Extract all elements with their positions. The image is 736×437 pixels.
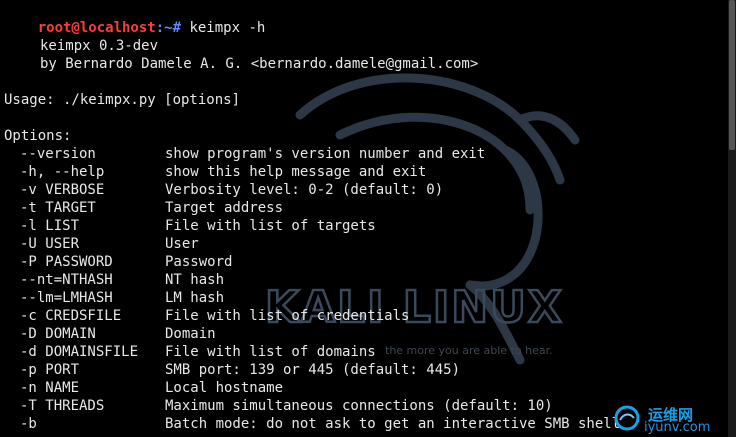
prompt-path: :~#: [155, 20, 190, 36]
options-header: Options:: [4, 128, 72, 144]
option-desc: Maximum simultaneous connections (defaul…: [165, 398, 553, 414]
usage-line: Usage: ./keimpx.py [options]: [4, 92, 241, 108]
option-flag: -t TARGET: [20, 200, 96, 216]
option-flag: --version: [20, 146, 96, 162]
option-desc: SMB port: 139 or 445 (default: 445): [165, 362, 461, 378]
option-desc: Domain: [165, 326, 216, 342]
option-row: -v VERBOSE Verbosity level: 0-2 (default:…: [0, 181, 720, 199]
option-flag: -h, --help: [20, 164, 105, 180]
option-flag: -D DOMAIN: [20, 326, 96, 342]
option-flag: --nt=NTHASH: [20, 272, 113, 288]
option-desc: User: [165, 236, 199, 252]
option-desc: show program's version number and exit: [165, 146, 486, 162]
option-flag: -v VERBOSE: [20, 182, 105, 198]
option-desc: show this help message and exit: [165, 164, 427, 180]
option-flag: -P PASSWORD: [20, 254, 113, 270]
option-desc: Target address: [165, 200, 284, 216]
terminal-scrollbar[interactable]: [728, 0, 736, 437]
option-desc: NT hash: [165, 272, 225, 288]
option-row: -d DOMAINSFILE File with list of domains: [0, 343, 720, 361]
option-flag: -b: [20, 416, 37, 432]
option-flag: -n NAME: [20, 380, 80, 396]
terminal-window[interactable]: root@localhost:~# keimpx -h keimpx 0.3-d…: [0, 0, 728, 437]
option-row: -p PORT SMB port: 139 or 445 (default: 44…: [0, 361, 720, 379]
banner-name: keimpx 0.3-dev: [40, 38, 159, 54]
option-row: -h, --help show this help message and exi…: [0, 163, 720, 181]
scrollbar-thumb[interactable]: [729, 0, 735, 150]
option-flag: -d DOMAINSFILE: [20, 344, 139, 360]
option-desc: Batch mode: do not ask to get an interac…: [165, 416, 621, 432]
option-row: -U USER User: [0, 235, 720, 253]
option-row: --nt=NTHASH NT hash: [0, 271, 720, 289]
command-line: root@localhost:~# keimpx -h: [4, 1, 266, 36]
option-flag: -p PORT: [20, 362, 80, 378]
watermark-subtitle: iyunv.com: [644, 420, 711, 435]
option-row: -P PASSWORD Password: [0, 253, 720, 271]
option-flag: -U USER: [20, 236, 80, 252]
option-desc: File with list of domains: [165, 344, 376, 360]
option-flag: -T THREADS: [20, 398, 105, 414]
option-row: -n NAME Local hostname: [0, 379, 720, 397]
banner-author: by Bernardo Damele A. G. <bernardo.damel…: [40, 56, 479, 72]
option-flag: -c CREDSFILE: [20, 308, 122, 324]
option-desc: LM hash: [165, 290, 225, 306]
option-row: --lm=LMHASH LM hash: [0, 289, 720, 307]
option-desc: Verbosity level: 0-2 (default: 0): [165, 182, 444, 198]
site-watermark: 运维网 iyunv.com: [612, 403, 728, 437]
option-flag: --lm=LMHASH: [20, 290, 113, 306]
option-row: --version show program's version number a…: [0, 145, 720, 163]
option-desc: File with list of credentials: [165, 308, 410, 324]
option-desc: File with list of targets: [165, 218, 376, 234]
command-text: keimpx -h: [189, 20, 266, 36]
option-desc: Password: [165, 254, 233, 270]
option-row: -c CREDSFILE File with list of credential…: [0, 307, 720, 325]
option-row: -l LIST File with list of targets: [0, 217, 720, 235]
option-desc: Local hostname: [165, 380, 284, 396]
watermark-logo-icon: [614, 405, 640, 431]
option-flag: -l LIST: [20, 218, 80, 234]
prompt-user: root@localhost: [37, 20, 156, 36]
option-row: -t TARGET Target address: [0, 199, 720, 217]
option-row: -D DOMAIN Domain: [0, 325, 720, 343]
